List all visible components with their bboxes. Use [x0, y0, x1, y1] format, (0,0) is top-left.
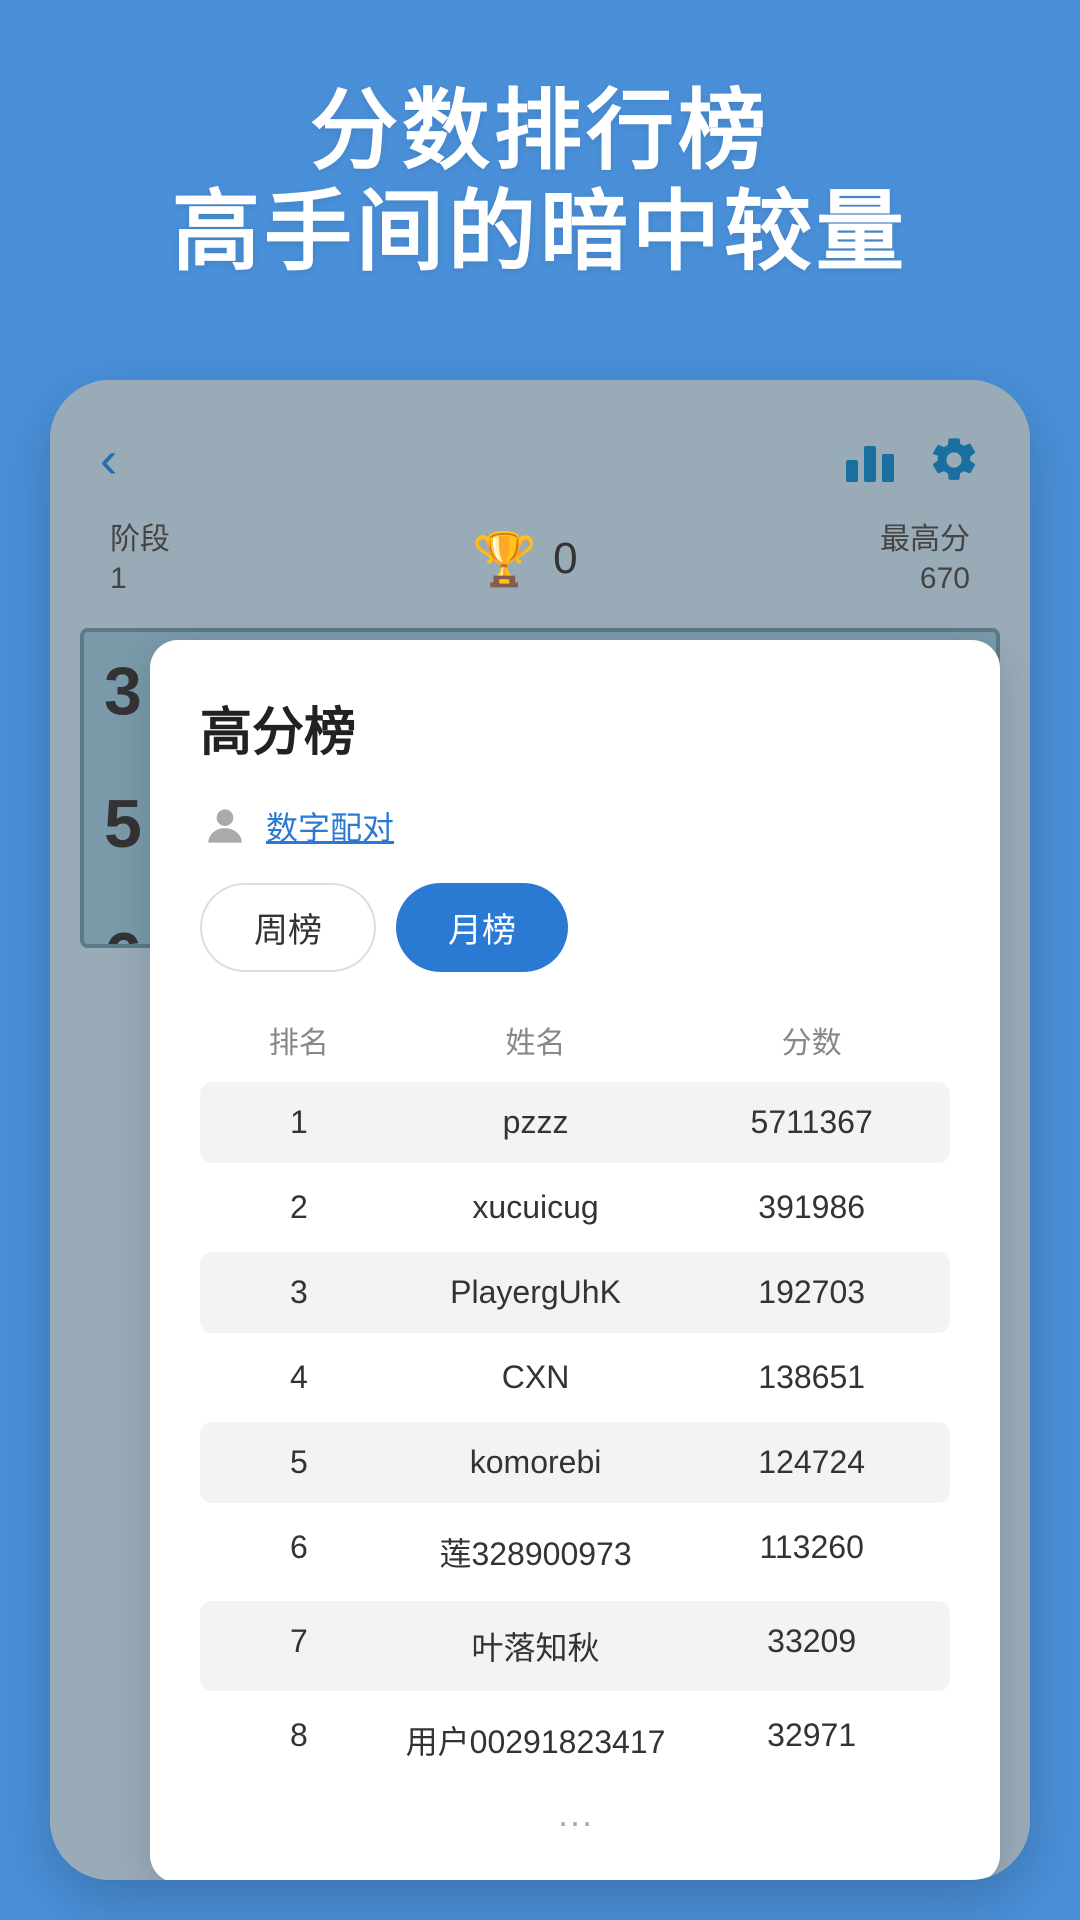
col-name: 姓名 — [378, 1018, 694, 1062]
cell-name: 叶落知秋 — [378, 1623, 694, 1669]
gear-svg — [928, 434, 980, 486]
table-row: 8 用户00291823417 32971 — [200, 1695, 950, 1785]
table-row: 1 pzzz 5711367 — [200, 1082, 950, 1163]
chart-icon[interactable] — [846, 438, 898, 482]
header-section: 分数排行榜 高手间的暗中较量 — [0, 0, 1080, 342]
stage-label: 阶段 — [110, 523, 170, 556]
settings-icon[interactable] — [928, 434, 980, 486]
cell-name: 用户00291823417 — [378, 1717, 694, 1763]
grid-numbers-left: 3 5 6 — [104, 652, 142, 948]
cell-score: 192703 — [693, 1274, 930, 1311]
grid-num-6: 6 — [104, 918, 142, 948]
stage-value: 1 — [110, 562, 127, 595]
cell-score: 138651 — [693, 1359, 930, 1396]
close-hint: ··· — [200, 1801, 950, 1843]
tabs-row: 周榜 月榜 — [200, 883, 950, 972]
title-line2: 高手间的暗中较量 — [172, 182, 908, 281]
cell-score: 32971 — [693, 1717, 930, 1763]
grid-num-5: 5 — [104, 785, 142, 863]
user-row: 数字配对 — [200, 801, 950, 851]
table-row: 2 xucuicug 391986 — [200, 1167, 950, 1248]
back-button[interactable]: ‹ — [100, 430, 117, 490]
cell-name: xucuicug — [378, 1189, 694, 1226]
cell-rank: 1 — [220, 1104, 378, 1141]
score-info-row: 阶段 1 🏆 0 最高分 670 — [50, 510, 1030, 628]
cell-score: 5711367 — [693, 1104, 930, 1141]
tab-monthly[interactable]: 月榜 — [396, 883, 568, 972]
cell-rank: 7 — [220, 1623, 378, 1669]
app-top-bar: ‹ — [50, 380, 1030, 510]
grid-num-3: 3 — [104, 652, 142, 730]
table-row: 6 莲328900973 113260 — [200, 1507, 950, 1597]
best-score-value: 670 — [920, 562, 970, 595]
cell-score: 391986 — [693, 1189, 930, 1226]
leaderboard-modal: 高分榜 数字配对 周榜 月榜 排名 姓名 分数 — [150, 640, 1000, 1880]
cell-name: komorebi — [378, 1444, 694, 1481]
cell-name: 莲328900973 — [378, 1529, 694, 1575]
cell-name: PlayergUhK — [378, 1274, 694, 1311]
cell-name: CXN — [378, 1359, 694, 1396]
cell-rank: 6 — [220, 1529, 378, 1575]
title-line1: 分数排行榜 — [310, 81, 770, 180]
table-body: 1 pzzz 5711367 2 xucuicug 391986 3 Playe… — [200, 1082, 950, 1785]
col-rank: 排名 — [220, 1018, 378, 1062]
cell-name: pzzz — [378, 1104, 694, 1141]
col-score: 分数 — [693, 1018, 930, 1062]
table-row: 3 PlayergUhK 192703 — [200, 1252, 950, 1333]
cell-rank: 5 — [220, 1444, 378, 1481]
cell-rank: 4 — [220, 1359, 378, 1396]
table-row: 5 komorebi 124724 — [200, 1422, 950, 1503]
best-score-info: 最高分 670 — [880, 520, 970, 598]
best-score-label: 最高分 — [880, 523, 970, 556]
cell-score: 113260 — [693, 1529, 930, 1575]
modal-title: 高分榜 — [200, 690, 950, 765]
cell-rank: 2 — [220, 1189, 378, 1226]
phone-mockup: ‹ 阶段 1 — [50, 380, 1030, 1880]
user-game-name[interactable]: 数字配对 — [266, 803, 394, 849]
table-row: 4 CXN 138651 — [200, 1337, 950, 1418]
table-header: 排名 姓名 分数 — [200, 1008, 950, 1072]
trophy-icon: 🏆 — [472, 529, 537, 590]
tab-weekly[interactable]: 周榜 — [200, 883, 376, 972]
cell-rank: 8 — [220, 1717, 378, 1763]
cell-score: 124724 — [693, 1444, 930, 1481]
app-screen: ‹ 阶段 1 — [50, 380, 1030, 1880]
table-row: 7 叶落知秋 33209 — [200, 1601, 950, 1691]
user-avatar-icon — [200, 801, 250, 851]
main-title: 分数排行榜 高手间的暗中较量 — [60, 80, 1020, 282]
trophy-score: 🏆 0 — [472, 529, 577, 590]
cell-rank: 3 — [220, 1274, 378, 1311]
stage-info: 阶段 1 — [110, 520, 170, 598]
current-score: 0 — [553, 534, 577, 584]
cell-score: 33209 — [693, 1623, 930, 1669]
top-icons — [846, 434, 980, 486]
